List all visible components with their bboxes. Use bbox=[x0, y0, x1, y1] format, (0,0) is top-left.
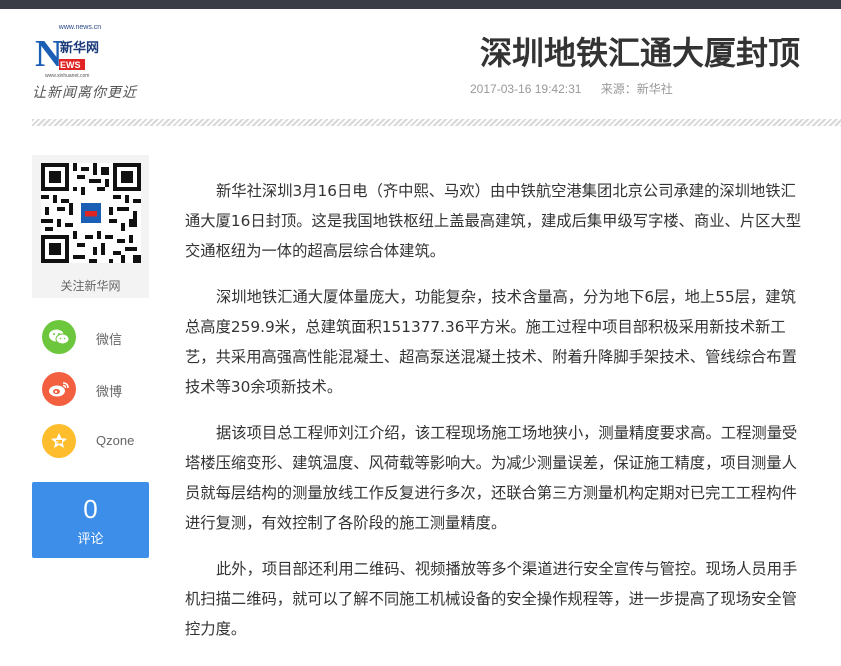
share-qzone-button[interactable]: Qzone bbox=[42, 424, 152, 460]
svg-text:新华网: 新华网 bbox=[60, 40, 99, 56]
xinhua-logo-icon: N EWS 新华网 www.xinhuanet.com bbox=[35, 33, 99, 79]
share-weibo-label: 微博 bbox=[96, 384, 123, 399]
comment-count: 0 bbox=[83, 494, 98, 524]
logo-url-text: www.news.cn bbox=[58, 24, 102, 31]
comment-label: 评论 bbox=[77, 532, 104, 547]
svg-text:EWS: EWS bbox=[60, 60, 81, 70]
comment-button[interactable]: 0 评论 bbox=[32, 482, 149, 558]
article-meta: 2017-03-16 19:42:31 来源：新华社 bbox=[470, 80, 800, 97]
qzone-icon bbox=[42, 424, 76, 458]
weibo-icon bbox=[42, 372, 76, 406]
svg-text:www.xinhuanet.com: www.xinhuanet.com bbox=[45, 73, 89, 79]
share-weibo-button[interactable]: 微博 bbox=[42, 372, 152, 408]
svg-text:N: N bbox=[35, 33, 62, 75]
article-paragraph: 据该项目总工程师刘江介绍，该工程现场施工场地狭小，测量精度要求高。工程测量受塔楼… bbox=[185, 424, 798, 532]
article-paragraph: 此外，项目部还利用二维码、视频播放等多个渠道进行安全宣传与管控。现场人员用手机扫… bbox=[185, 560, 798, 638]
publish-datetime: 2017-03-16 19:42:31 bbox=[470, 82, 582, 96]
share-qzone-label: Qzone bbox=[96, 433, 135, 448]
article-source: 来源：新华社 bbox=[600, 82, 673, 96]
article-body: 新华社深圳3月16日电（齐中熙、马欢）由中铁航空港集团北京公司承建的深圳地铁汇通… bbox=[185, 176, 807, 660]
header-divider bbox=[32, 119, 841, 126]
article-paragraph: 深圳地铁汇通大厦体量庞大，功能复杂，技术含量高，分为地下6层，地上55层，建筑总… bbox=[185, 288, 797, 396]
site-logo[interactable]: www.news.cn N EWS 新华网 www.xinhuanet.com … bbox=[30, 24, 155, 104]
wechat-icon bbox=[42, 320, 76, 354]
slogan: 让新闻离你更近 bbox=[32, 85, 137, 101]
qr-follow-label: 关注新华网 bbox=[60, 279, 121, 293]
article-paragraph: 新华社深圳3月16日电（齐中熙、马欢）由中铁航空港集团北京公司承建的深圳地铁汇通… bbox=[185, 182, 802, 260]
qr-follow-box: 关注新华网 bbox=[32, 155, 149, 298]
share-wechat-button[interactable]: 微信 bbox=[42, 320, 152, 356]
page-title: 深圳地铁汇通大厦封顶 bbox=[479, 34, 800, 72]
qr-code-icon[interactable] bbox=[41, 163, 141, 263]
top-bar bbox=[0, 0, 841, 9]
share-wechat-label: 微信 bbox=[96, 332, 123, 347]
